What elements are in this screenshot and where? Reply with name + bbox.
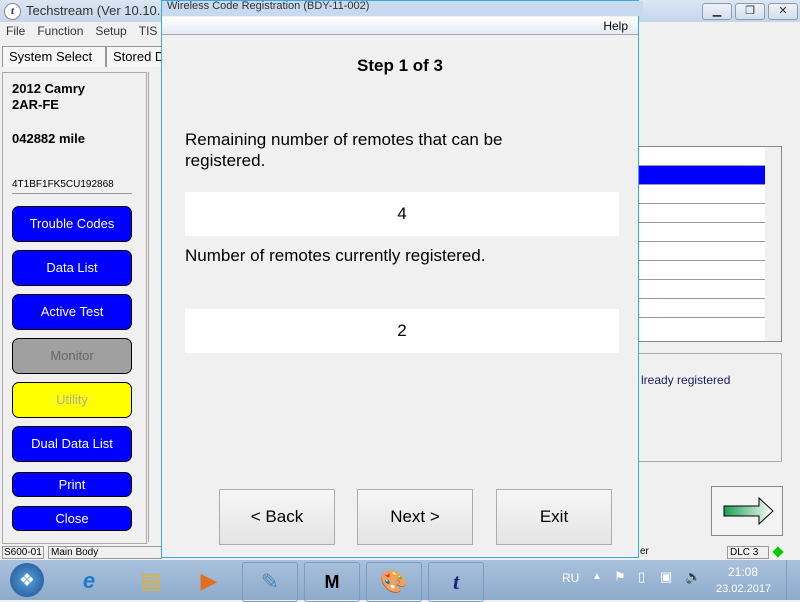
- help-menu[interactable]: Help: [603, 19, 628, 33]
- next-button[interactable]: Next >: [357, 489, 473, 545]
- techstream-task-icon[interactable]: t: [428, 562, 484, 602]
- remaining-value: 4: [185, 192, 619, 236]
- clock-time[interactable]: 21:08: [718, 565, 768, 579]
- menu-setup[interactable]: Setup: [95, 24, 126, 38]
- minimize-button[interactable]: ▁: [702, 3, 732, 20]
- menu-tis[interactable]: TIS: [139, 24, 158, 38]
- network-icon[interactable]: ▣: [660, 569, 672, 585]
- mvci-icon[interactable]: M: [304, 562, 360, 602]
- registered-value: 2: [185, 309, 619, 353]
- trouble-codes-button[interactable]: Trouble Codes: [12, 206, 132, 242]
- menu-bar: File Function Setup TIS: [6, 24, 169, 38]
- registered-label: Number of remotes currently registered.: [185, 246, 486, 265]
- info-text: lready registered: [641, 373, 731, 387]
- show-hidden-icons-icon[interactable]: ▲: [592, 571, 602, 582]
- dialog-menu-bar: Help: [162, 17, 638, 35]
- dialog-title: Wireless Code Registration (BDY-11-002): [162, 1, 643, 16]
- notepad-icon[interactable]: ✎: [242, 562, 298, 602]
- right-arrow-icon: [723, 496, 774, 526]
- action-center-icon[interactable]: ⚑: [614, 569, 626, 585]
- volume-icon[interactable]: 🔈: [685, 569, 701, 585]
- tab-system-select[interactable]: System Select: [2, 46, 106, 67]
- back-button[interactable]: < Back: [219, 489, 335, 545]
- file-explorer-icon[interactable]: ▤: [124, 562, 178, 600]
- status-partial: er: [640, 546, 649, 557]
- exit-button[interactable]: Exit: [496, 489, 612, 545]
- step-title: Step 1 of 3: [357, 56, 443, 75]
- internet-explorer-icon[interactable]: e: [62, 562, 116, 600]
- active-test-button[interactable]: Active Test: [12, 294, 132, 330]
- print-button[interactable]: Print: [12, 472, 132, 497]
- mileage: 042882 mile: [12, 131, 86, 146]
- close-button[interactable]: Close: [12, 506, 132, 531]
- restore-button[interactable]: ❐: [735, 3, 765, 20]
- next-arrow-button[interactable]: [711, 486, 783, 536]
- close-window-button[interactable]: ✕: [768, 3, 798, 20]
- dual-data-list-button[interactable]: Dual Data List: [12, 426, 132, 462]
- remaining-label: Remaining number of remotes that can be …: [185, 130, 503, 170]
- vehicle-engine: 2AR-FE: [12, 97, 59, 112]
- data-list-button[interactable]: Data List: [12, 250, 132, 286]
- status-system: Main Body: [48, 546, 162, 559]
- menu-function[interactable]: Function: [37, 24, 83, 38]
- techstream-logo-icon: t: [4, 3, 21, 20]
- system-list[interactable]: [638, 146, 782, 342]
- window-title: Techstream (Ver 10.10.018: [26, 3, 183, 18]
- menu-file[interactable]: File: [6, 24, 25, 38]
- vehicle-model: 2012 Camry: [12, 81, 85, 96]
- wireless-code-dialog: Wireless Code Registration (BDY-11-002) …: [161, 0, 643, 558]
- power-icon[interactable]: ▯: [638, 569, 645, 585]
- info-box: lready registered: [638, 353, 782, 462]
- clock-date[interactable]: 23.02.2017: [716, 583, 771, 595]
- language-indicator[interactable]: RU: [562, 571, 579, 585]
- vehicle-info: 2012 Camry 2AR-FE: [12, 81, 85, 113]
- dlc-status: DLC 3: [727, 546, 769, 559]
- status-code: S600-01: [2, 546, 44, 559]
- list-item-selected[interactable]: [639, 166, 765, 185]
- media-player-icon[interactable]: ▶: [182, 562, 236, 600]
- show-desktop-button[interactable]: [786, 560, 800, 600]
- taskbar: ❖ e ▤ ▶ ✎ M 🎨 t RU ▲ ⚑ ▯ ▣ 🔈 21:08 23.02…: [0, 560, 800, 602]
- vin: 4T1BF1FK5CU192868: [12, 179, 132, 194]
- list-scrollbar[interactable]: [765, 147, 781, 341]
- start-button[interactable]: ❖: [10, 563, 44, 597]
- monitor-button[interactable]: Monitor: [12, 338, 132, 374]
- utility-button[interactable]: Utility: [12, 382, 132, 418]
- paint-icon[interactable]: 🎨: [366, 562, 422, 602]
- connection-indicator-icon: [772, 546, 784, 558]
